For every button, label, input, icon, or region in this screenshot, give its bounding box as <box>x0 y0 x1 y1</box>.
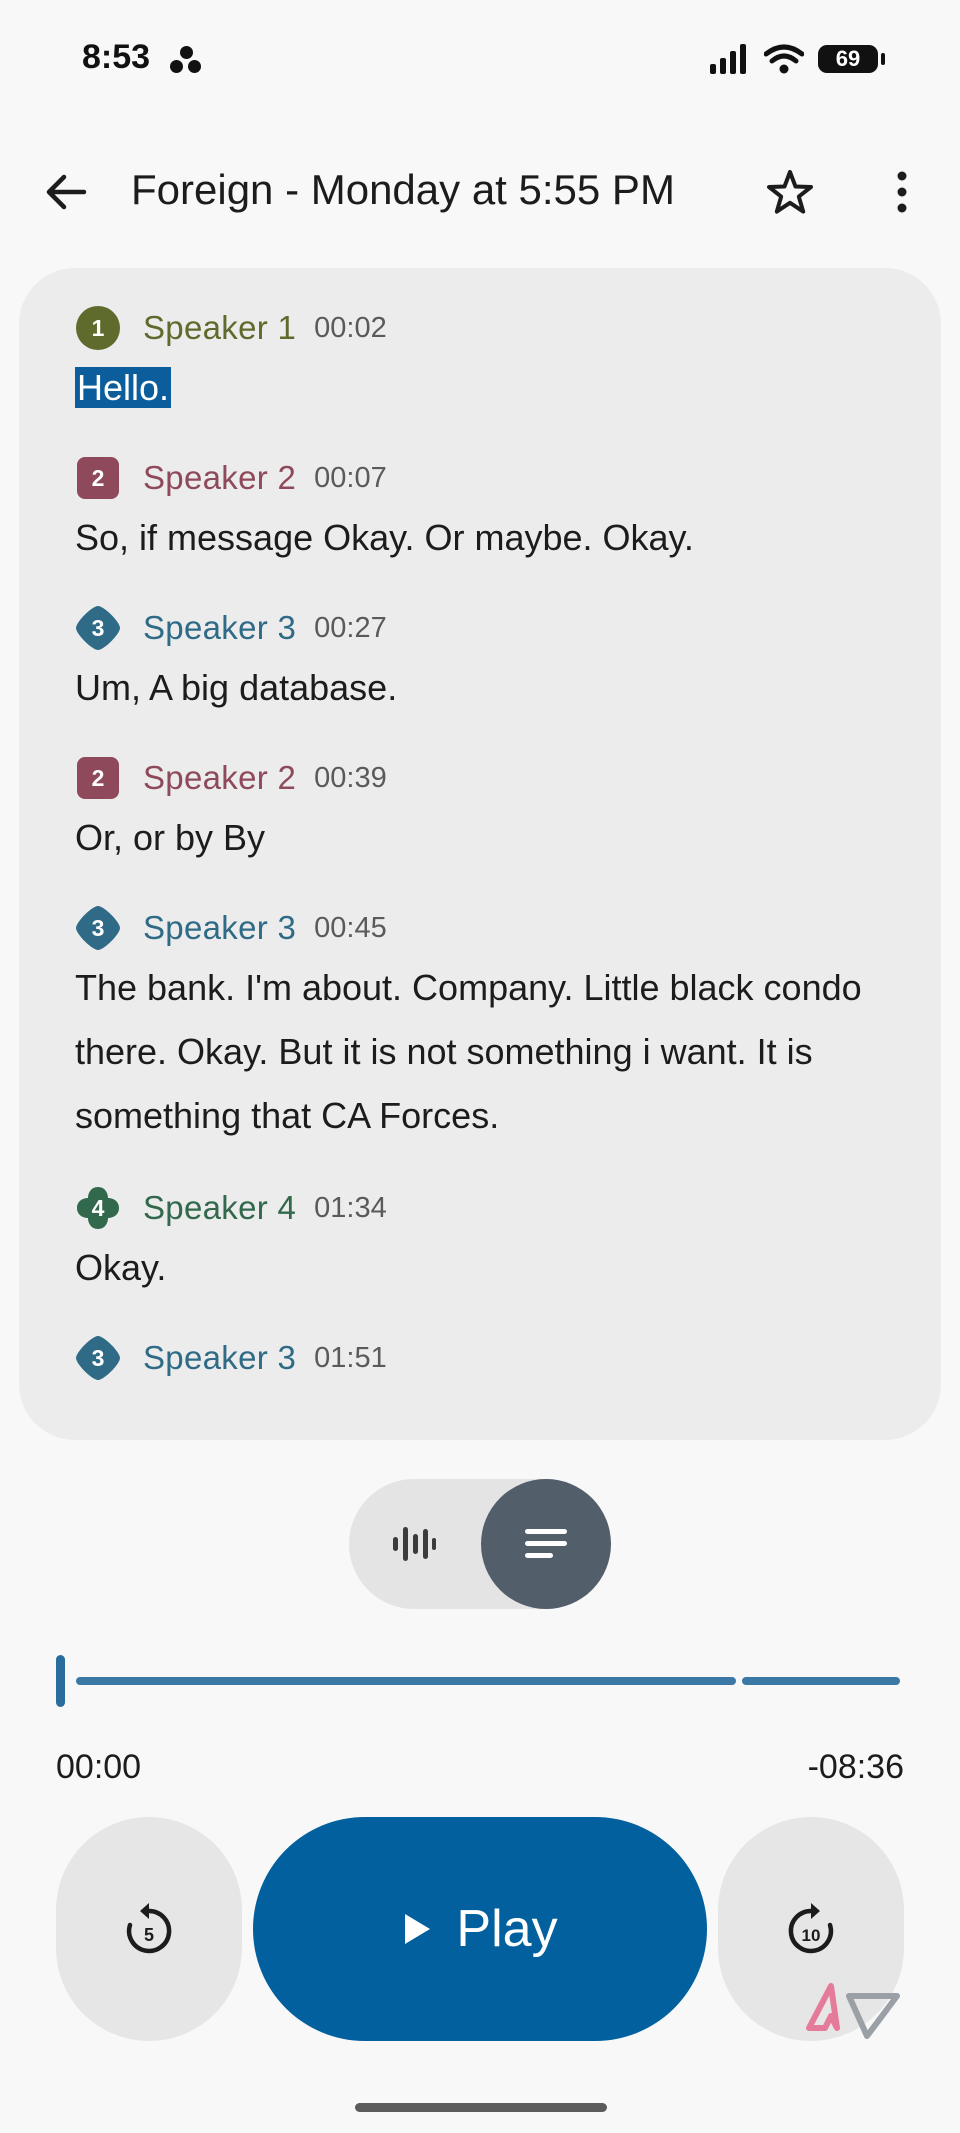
timestamp[interactable]: 01:34 <box>314 1192 387 1225</box>
status-bar: 8:53 69 <box>0 0 960 120</box>
speaker-badge-icon: 4 <box>75 1185 121 1231</box>
utterance-text: The bank. I'm about. Company. Little bla… <box>75 967 862 1136</box>
timestamp[interactable]: 00:02 <box>314 312 387 345</box>
timestamp[interactable]: 01:51 <box>314 1342 387 1375</box>
transcript-entry[interactable]: 2 Speaker 2 00:39 Or, or by By <box>75 754 901 870</box>
timestamp[interactable]: 00:27 <box>314 612 387 645</box>
star-icon <box>767 170 813 214</box>
transcript-list: 1 Speaker 1 00:02 Hello. 2 Speaker 2 00:07 So, … <box>19 268 941 1428</box>
speaker-number: 3 <box>91 1344 105 1371</box>
rewind-seconds-label: 5 <box>144 1925 154 1945</box>
speaker-name[interactable]: Speaker 2 <box>143 459 296 497</box>
seek-thumb[interactable] <box>56 1655 65 1707</box>
battery-icon: 69 <box>818 45 885 73</box>
speaker-badge-icon: 2 <box>75 455 121 501</box>
seek-track <box>76 1677 736 1685</box>
speaker-number: 1 <box>91 314 105 341</box>
forward-seconds-label: 10 <box>802 1926 821 1945</box>
current-time: 00:00 <box>56 1748 142 1786</box>
seek-track-segment <box>742 1677 900 1685</box>
speaker-number: 3 <box>91 614 105 641</box>
transcript-entry[interactable]: 3 Speaker 3 01:51 <box>75 1334 901 1386</box>
speaker-row: 3 Speaker 3 01:51 <box>75 1334 901 1382</box>
transcript-entry[interactable]: 1 Speaker 1 00:02 Hello. <box>75 304 901 420</box>
transcript-entry[interactable]: 4 Speaker 4 01:34 Okay. <box>75 1184 901 1300</box>
rewind-5-button[interactable]: 5 <box>56 1817 242 2041</box>
replay-5-icon: 5 <box>126 1903 172 1954</box>
speaker-badge-icon: 3 <box>75 905 121 951</box>
watermark-logo <box>806 1983 900 2039</box>
view-toggle <box>349 1479 611 1609</box>
speaker-name[interactable]: Speaker 1 <box>143 309 296 347</box>
speaker-row: 4 Speaker 4 01:34 <box>75 1184 901 1232</box>
utterance-text: So, if message Okay. Or maybe. Okay. <box>75 517 694 558</box>
speaker-name[interactable]: Speaker 3 <box>143 1339 296 1377</box>
waveform-view-button[interactable] <box>349 1479 479 1609</box>
play-label: Play <box>456 1900 558 1958</box>
page-title: Foreign - Monday at 5:55 PM <box>131 166 675 213</box>
speaker-badge-icon: 3 <box>75 605 121 651</box>
speaker-row: 3 Speaker 3 00:27 <box>75 604 901 652</box>
transcript-card[interactable]: 1 Speaker 1 00:02 Hello. 2 Speaker 2 00:07 So, … <box>19 268 941 1440</box>
arrow-back-icon <box>46 174 87 210</box>
speaker-badge-icon: 1 <box>75 305 121 351</box>
timestamp[interactable]: 00:07 <box>314 462 387 495</box>
speaker-name[interactable]: Speaker 3 <box>143 909 296 947</box>
speaker-name[interactable]: Speaker 3 <box>143 609 296 647</box>
speaker-number: 3 <box>91 914 105 941</box>
speaker-name[interactable]: Speaker 4 <box>143 1189 296 1227</box>
battery-level: 69 <box>835 46 861 71</box>
favorite-button[interactable] <box>760 162 820 222</box>
utterance-text: Um, A big database. <box>75 667 398 708</box>
transcript-entry[interactable]: 2 Speaker 2 00:07 So, if message Okay. Or m… <box>75 454 901 570</box>
speaker-number: 2 <box>91 464 105 491</box>
transcript-entry[interactable]: 3 Speaker 3 00:27 Um, A big database. <box>75 604 901 720</box>
utterance-text: Or, or by By <box>75 817 266 858</box>
signal-icon <box>710 44 746 74</box>
waveform-icon <box>393 1527 436 1561</box>
highlighted-word[interactable]: Hello. <box>75 367 172 408</box>
speaker-badge-icon: 3 <box>75 1335 121 1381</box>
more-options-button[interactable] <box>872 162 932 222</box>
seek-bar[interactable] <box>56 1655 900 1709</box>
remaining-time: -08:36 <box>807 1748 904 1786</box>
top-app-bar: Foreign - Monday at 5:55 PM <box>0 150 960 234</box>
speaker-number: 4 <box>91 1194 105 1221</box>
utterance-text: Okay. <box>75 1247 167 1288</box>
transcript-entry[interactable]: 3 Speaker 3 00:45 The bank. I'm about. Comp… <box>75 904 901 1148</box>
status-time: 8:53 <box>82 38 151 76</box>
status-indicators: 69 <box>710 42 885 76</box>
speaker-row: 1 Speaker 1 00:02 <box>75 304 901 352</box>
speaker-row: 2 Speaker 2 00:07 <box>75 454 901 502</box>
timestamp[interactable]: 00:45 <box>314 912 387 945</box>
more-vert-icon <box>897 171 907 213</box>
forward-10-icon: 10 <box>788 1903 834 1954</box>
notes-icon <box>525 1529 567 1558</box>
home-indicator[interactable] <box>355 2103 607 2112</box>
play-icon <box>405 1914 431 1944</box>
speaker-badge-icon: 2 <box>75 755 121 801</box>
speaker-name[interactable]: Speaker 2 <box>143 759 296 797</box>
back-button[interactable] <box>36 162 96 222</box>
transcript-view-button[interactable] <box>481 1479 611 1609</box>
utterance-text: Hello. <box>75 356 901 420</box>
speaker-row: 2 Speaker 2 00:39 <box>75 754 901 802</box>
wifi-icon <box>764 44 804 74</box>
speaker-number: 2 <box>91 764 105 791</box>
play-button[interactable]: Play <box>253 1817 707 2041</box>
speaker-row: 3 Speaker 3 00:45 <box>75 904 901 952</box>
notification-dots-icon <box>170 46 204 76</box>
timestamp[interactable]: 00:39 <box>314 762 387 795</box>
